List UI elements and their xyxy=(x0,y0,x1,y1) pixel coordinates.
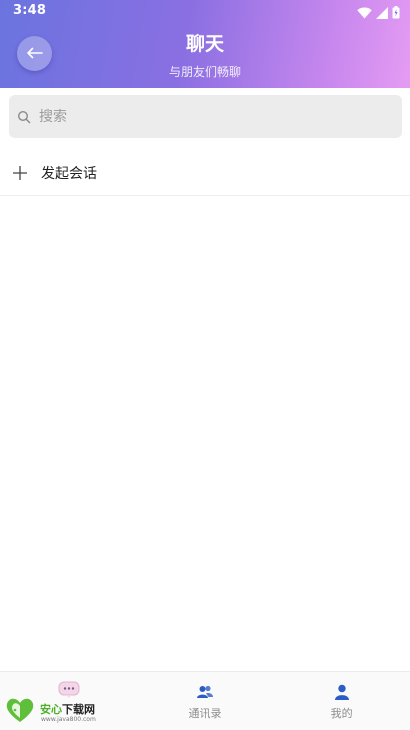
status-icons xyxy=(357,4,400,23)
plus-icon xyxy=(12,165,28,181)
page-title: 聊天 xyxy=(185,33,224,55)
header-bar: 3:48 聊天 与朋友们畅聊 xyxy=(0,0,410,88)
nav-label-contacts: 通讯录 xyxy=(188,707,222,720)
search-icon xyxy=(17,110,31,124)
start-chat-label: 发起会话 xyxy=(41,165,97,182)
contacts-icon xyxy=(196,683,214,701)
wifi-icon xyxy=(357,4,372,23)
chat-bubble-icon xyxy=(58,681,80,699)
chat-screen: 3:48 聊天 与朋友们畅聊 搜索 发起会话 通讯录 我的 安心下载网 www.… xyxy=(0,0,410,730)
profile-icon xyxy=(333,683,351,701)
search-bar[interactable] xyxy=(9,95,402,138)
nav-item-contacts[interactable]: 通讯录 xyxy=(137,672,274,730)
battery-icon xyxy=(392,4,400,23)
start-chat-row[interactable]: 发起会话 xyxy=(0,150,410,196)
bottom-nav: 通讯录 我的 xyxy=(0,671,410,730)
status-bar: 3:48 xyxy=(0,0,410,22)
nav-item-profile[interactable]: 我的 xyxy=(273,672,410,730)
search-input[interactable] xyxy=(37,107,381,126)
status-time: 3:48 xyxy=(13,3,47,18)
page-subtitle: 与朋友们畅聊 xyxy=(168,65,241,79)
cell-signal-icon xyxy=(376,4,388,23)
nav-label-profile: 我的 xyxy=(330,707,353,720)
